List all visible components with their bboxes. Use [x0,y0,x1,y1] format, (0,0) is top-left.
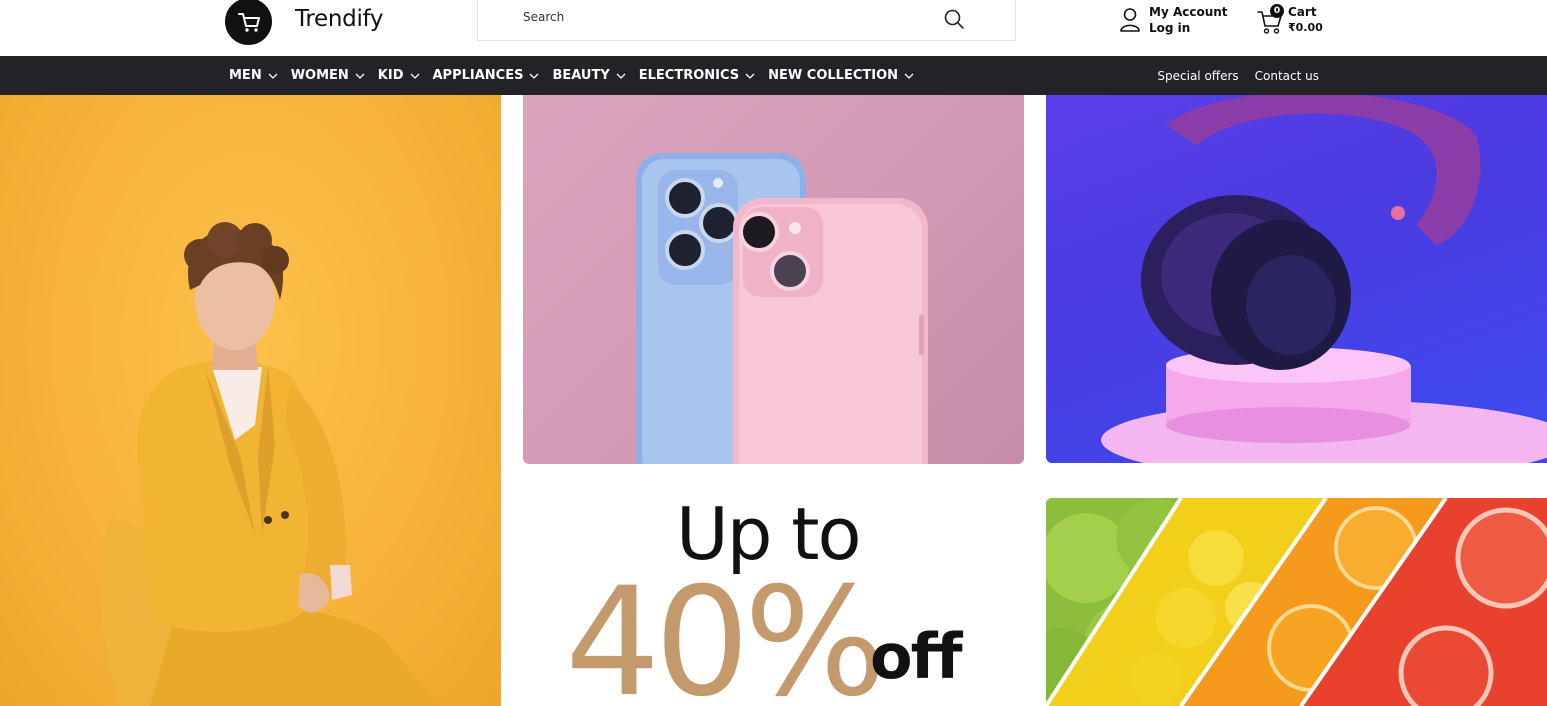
chevron-down-icon [530,73,539,79]
cart-amount: ₹0.00 [1288,21,1323,34]
main-nav: MEN WOMEN KID APPLIANCES BEAUTY ELECTRON… [0,56,1547,95]
nav-item-label: KID [377,68,404,83]
nav-item-label: NEW COLLECTION [768,68,898,83]
search-input[interactable] [523,10,923,24]
chevron-down-icon [268,73,278,79]
special-offers-link[interactable]: Special offers [1157,69,1238,83]
category-menu: MEN WOMEN KID APPLIANCES BEAUTY ELECTRON… [229,56,927,95]
chevron-down-icon [745,73,755,79]
shopping-cart-icon [237,12,260,32]
user-icon [1120,8,1140,32]
smartphones-image [636,153,928,464]
logo[interactable] [225,0,272,45]
nav-item-electronics[interactable]: ELECTRONICS [639,68,755,83]
search-icon[interactable] [943,8,965,30]
account-menu[interactable]: My Account Log in [1119,4,1229,40]
cart-title: Cart [1288,5,1317,19]
nav-item-men[interactable]: MEN [229,68,278,83]
chevron-down-icon [410,73,419,79]
headphones-banner[interactable] [1046,95,1547,463]
account-title: My Account [1149,5,1228,19]
fruits-banner[interactable] [1046,498,1547,706]
nav-item-label: WOMEN [290,68,349,83]
phones-banner[interactable] [523,95,1024,464]
nav-item-label: ELECTRONICS [638,68,740,83]
cart-count-badge: 0 [1270,4,1284,18]
utility-links: Special offers Contact us [1141,56,1319,95]
chevron-down-icon [904,73,914,79]
nav-item-beauty[interactable]: BEAUTY [552,68,626,83]
chevron-down-icon [616,73,626,79]
headphones-image [1101,95,1547,463]
search-box [477,0,1016,41]
brand-name[interactable]: Trendify [295,6,384,32]
fashion-banner[interactable] [0,95,501,706]
site-header: Trendify My Account Log in 0 Cart ₹0.00 [0,0,1547,56]
nav-item-label: MEN [229,68,262,83]
promo-suffix: off [870,620,963,693]
nav-item-label: APPLIANCES [432,68,524,83]
chevron-down-icon [355,73,365,79]
login-link[interactable]: Log in [1149,21,1190,35]
nav-item-women[interactable]: WOMEN [291,68,365,83]
nav-item-appliances[interactable]: APPLIANCES [433,68,540,83]
nav-item-kid[interactable]: KID [378,68,420,83]
contact-us-link[interactable]: Contact us [1255,69,1319,83]
cart-button[interactable]: 0 Cart ₹0.00 [1257,4,1327,40]
nav-item-label: BEAUTY [552,68,610,83]
fruits-image [1046,498,1547,706]
promo-banner[interactable]: Up to 40% off [523,480,1024,706]
promo-percent: 40% [565,556,886,706]
fashion-model-image [101,222,440,706]
nav-item-new-collection[interactable]: NEW COLLECTION [768,68,914,83]
